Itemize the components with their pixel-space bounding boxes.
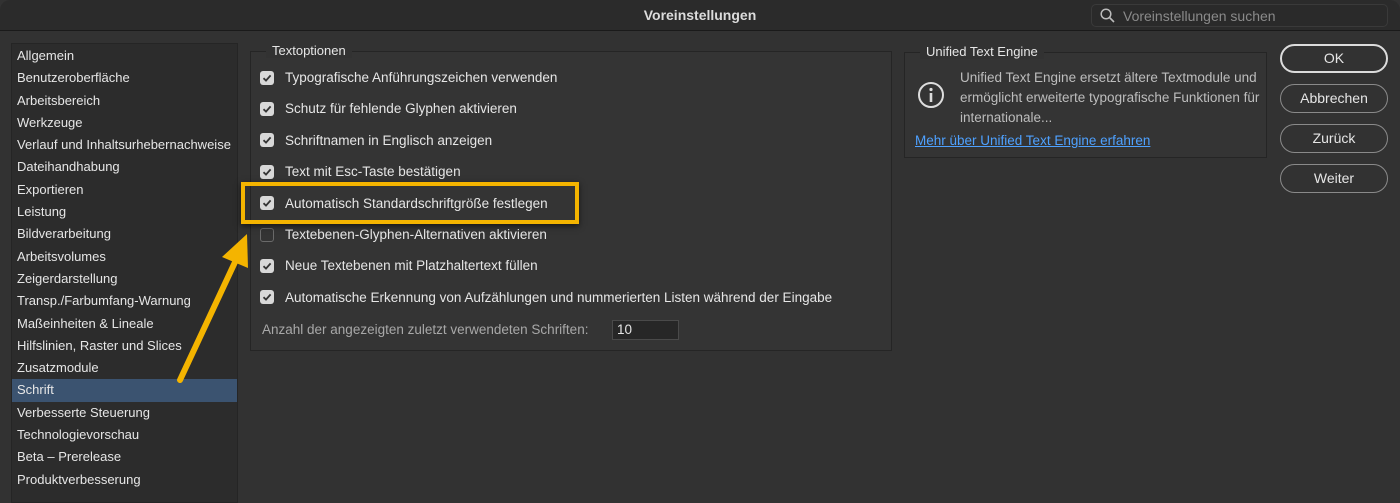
ute-description: Unified Text Engine ersetzt ältere Textm…	[960, 70, 1260, 125]
next-button[interactable]: Weiter	[1280, 164, 1388, 193]
ok-button[interactable]: OK	[1280, 44, 1388, 73]
ute-learn-more-link[interactable]: Mehr über Unified Text Engine erfahren	[915, 133, 1150, 148]
info-icon	[918, 82, 944, 108]
cancel-button[interactable]: Abbrechen	[1280, 84, 1388, 113]
back-button[interactable]: Zurück	[1280, 124, 1388, 153]
ute-legend: Unified Text Engine	[920, 44, 1044, 59]
